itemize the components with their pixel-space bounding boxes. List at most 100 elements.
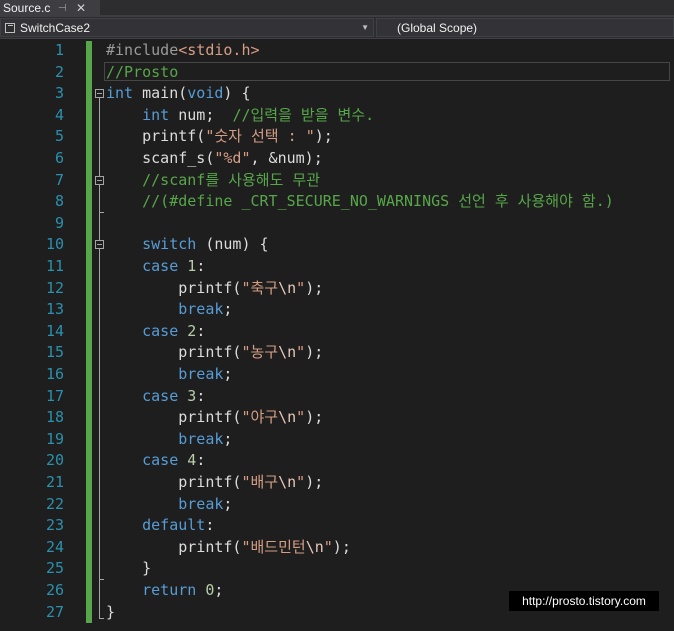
code-token: ); — [305, 408, 324, 427]
line-number: 12 — [45, 278, 64, 297]
line-number: 19 — [45, 429, 64, 448]
code-text[interactable]: case 3: — [106, 386, 205, 408]
code-line[interactable]: 14 case 2: — [0, 321, 674, 343]
code-text[interactable]: printf("농구\n"); — [106, 342, 323, 364]
code-line[interactable]: 23 default: — [0, 515, 674, 537]
code-line[interactable]: 13 break; — [0, 299, 674, 321]
code-text[interactable]: break; — [106, 364, 232, 386]
code-token: printf( — [106, 473, 242, 491]
code-token: ); — [332, 537, 351, 556]
code-line[interactable]: 21 printf("배구\n"); — [0, 472, 674, 494]
code-text[interactable]: scanf_s("%d", &num); — [106, 148, 323, 170]
code-line[interactable]: 8 //(#define _CRT_SECURE_NO_WARNINGS 선언 … — [0, 191, 674, 213]
code-text[interactable]: case 2: — [106, 321, 205, 343]
code-token: "야구 — [241, 408, 279, 427]
code-text[interactable]: printf("배드민턴\n"); — [106, 537, 351, 559]
code-line[interactable]: 4 int num; //입력을 받을 변수. — [0, 105, 674, 127]
code-text[interactable]: printf("숫자 선택 : "); — [106, 126, 333, 148]
code-text[interactable]: } — [106, 558, 151, 580]
code-text[interactable]: //Prosto — [106, 62, 178, 84]
line-number: 21 — [45, 473, 64, 491]
scope-dropdown[interactable]: (Global Scope) — [376, 18, 674, 37]
code-line[interactable]: 19 break; — [0, 429, 674, 451]
project-icon — [5, 23, 15, 33]
code-line[interactable]: 25 } — [0, 558, 674, 580]
code-line[interactable]: 15 printf("농구\n"); — [0, 342, 674, 364]
code-text[interactable]: int main(void) { — [106, 83, 251, 105]
code-token: \n — [278, 343, 297, 362]
project-label: SwitchCase2 — [20, 21, 91, 35]
code-text[interactable]: printf("축구\n"); — [106, 278, 323, 300]
code-line[interactable]: 11 case 1: — [0, 256, 674, 278]
code-text[interactable]: return 0; — [106, 580, 223, 602]
code-line[interactable]: 5 printf("숫자 선택 : "); — [0, 126, 674, 148]
code-token: \n — [278, 408, 297, 427]
code-line[interactable]: 24 printf("배드민턴\n"); — [0, 537, 674, 559]
code-token: : — [196, 386, 206, 405]
code-line[interactable]: 9 — [0, 213, 674, 235]
code-token: break — [178, 429, 224, 448]
code-token: //(#define _CRT_SECURE_NO_WARNINGS 선언 후 … — [142, 192, 614, 211]
line-number: 16 — [45, 365, 64, 383]
code-token: \n — [278, 473, 297, 491]
line-number: 1 — [54, 41, 64, 59]
code-line[interactable]: 10 switch (num) { — [0, 234, 674, 256]
code-text[interactable]: case 1: — [106, 256, 205, 278]
code-token: int — [142, 105, 170, 124]
code-line[interactable]: 1 #include<stdio.h> — [0, 40, 674, 62]
code-token: "숫자 선택 : " — [205, 127, 315, 146]
code-token: " — [296, 473, 306, 491]
code-token: ) { — [223, 84, 251, 103]
code-text[interactable]: //(#define _CRT_SECURE_NO_WARNINGS 선언 후 … — [106, 191, 614, 213]
code-line[interactable]: 12 printf("축구\n"); — [0, 278, 674, 300]
tab-filename: Source.c — [3, 1, 51, 15]
code-text[interactable]: break; — [106, 494, 232, 516]
code-text[interactable]: case 4: — [106, 450, 205, 472]
code-token: switch — [142, 235, 197, 254]
code-text[interactable]: } — [106, 602, 115, 624]
code-token: scanf_s( — [106, 149, 215, 167]
tab-strip: Source.c ⊣ ✕ — [0, 0, 674, 17]
code-token: : — [196, 257, 206, 275]
code-text[interactable]: //scanf를 사용해도 무관 — [106, 170, 320, 192]
project-dropdown[interactable]: SwitchCase2 ▼ — [0, 18, 374, 37]
code-token: : — [196, 451, 206, 470]
code-text[interactable]: break; — [106, 429, 232, 451]
code-token: default — [142, 516, 206, 535]
code-token: \n — [305, 537, 324, 556]
code-token: case — [142, 321, 179, 340]
code-token: #include — [106, 41, 179, 59]
code-text[interactable]: default: — [106, 515, 214, 537]
code-line[interactable]: 18 printf("야구\n"); — [0, 407, 674, 429]
line-number: 23 — [45, 516, 64, 535]
code-token: main( — [133, 84, 188, 103]
code-line[interactable]: 2 //Prosto — [0, 62, 674, 84]
code-token: "축구 — [241, 278, 279, 297]
code-text[interactable]: int num; //입력을 받을 변수. — [106, 105, 374, 127]
code-line[interactable]: 7 //scanf를 사용해도 무관 — [0, 170, 674, 192]
code-text[interactable]: break; — [106, 299, 232, 321]
code-line[interactable]: 20 case 4: — [0, 450, 674, 472]
line-number: 7 — [54, 170, 64, 189]
code-line[interactable]: 16 break; — [0, 364, 674, 386]
code-text[interactable]: #include<stdio.h> — [106, 40, 260, 62]
line-number: 22 — [45, 494, 64, 513]
code-text[interactable]: switch (num) { — [106, 234, 268, 256]
code-token: //입력을 받을 변수. — [232, 105, 375, 124]
code-token: " — [296, 408, 306, 427]
code-token: ; — [223, 365, 233, 383]
code-line[interactable]: 22 break; — [0, 494, 674, 516]
code-line[interactable]: 6 scanf_s("%d", &num); — [0, 148, 674, 170]
code-editor[interactable]: 1 #include<stdio.h> 2 //Prosto 3 int main(voi… — [0, 39, 674, 631]
code-line[interactable]: 3 int main(void) { — [0, 83, 674, 105]
line-number: 5 — [54, 127, 64, 146]
code-token: ); — [305, 278, 324, 297]
code-text[interactable]: printf("야구\n"); — [106, 407, 323, 429]
code-text[interactable]: printf("배구\n"); — [106, 472, 323, 494]
code-line[interactable]: 17 case 3: — [0, 386, 674, 408]
